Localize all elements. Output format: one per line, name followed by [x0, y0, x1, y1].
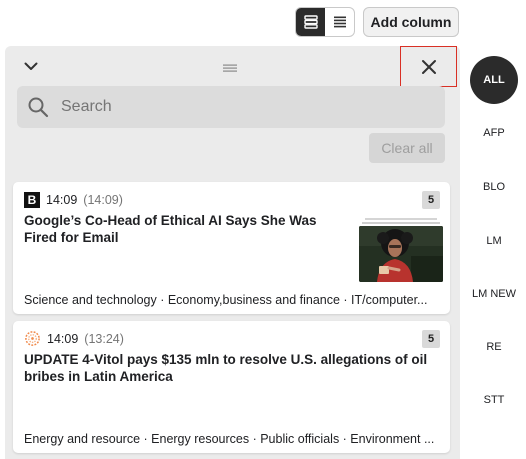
- filter-re[interactable]: RE: [470, 341, 518, 353]
- list-view-icon: [303, 15, 318, 29]
- stack-edge: [365, 218, 437, 220]
- card-header: B 14:09 (14:09): [24, 191, 123, 208]
- publish-time: 14:09: [47, 331, 79, 346]
- close-icon: [421, 59, 436, 74]
- original-time: (14:09): [83, 192, 123, 207]
- compact-view-button[interactable]: [325, 8, 354, 36]
- headline[interactable]: Google’s Co-Head of Ethical AI Says She …: [24, 212, 324, 246]
- drag-handle[interactable]: [223, 60, 239, 72]
- filter-all[interactable]: ALL: [470, 56, 518, 104]
- collapse-column-button[interactable]: [21, 56, 41, 76]
- compact-view-icon: [333, 16, 346, 28]
- drag-handle-icon: [223, 64, 237, 72]
- card-tags: Energy and resource · Energy resources ·…: [24, 432, 435, 446]
- card-tags: Science and technology · Economy,busines…: [24, 293, 428, 307]
- search-icon: [28, 97, 49, 118]
- stack-edge: [362, 222, 440, 224]
- search-input[interactable]: [61, 98, 421, 116]
- thumbnail-image: [359, 226, 443, 282]
- filter-blo[interactable]: BLO: [470, 181, 518, 193]
- news-card[interactable]: 14:09 (13:24) 5 UPDATE 4-Vitol pays $135…: [13, 321, 450, 453]
- story-count-badge: 5: [422, 330, 440, 348]
- filter-lm[interactable]: LM: [470, 235, 518, 247]
- news-card[interactable]: B 14:09 (14:09) 5 Google’s Co-Head of Et…: [13, 182, 450, 314]
- filter-afp[interactable]: AFP: [470, 127, 518, 139]
- source-logo: B: [24, 191, 40, 208]
- close-column-button[interactable]: [400, 46, 457, 87]
- original-time: (13:24): [84, 331, 124, 346]
- publish-time: 14:09: [46, 192, 78, 207]
- card-header: 14:09 (13:24): [24, 330, 124, 347]
- view-toggle: [295, 7, 355, 37]
- search-box: [17, 86, 445, 128]
- chevron-down-icon: [24, 62, 38, 70]
- add-column-button[interactable]: Add column: [363, 7, 459, 37]
- clear-all-button[interactable]: Clear all: [369, 133, 445, 163]
- source-logo-icon: [25, 331, 40, 346]
- headline[interactable]: UPDATE 4-Vitol pays $135 mln to resolve …: [24, 351, 434, 385]
- list-view-button[interactable]: [296, 8, 325, 36]
- filter-stt[interactable]: STT: [470, 394, 518, 406]
- thumbnail-stack: [359, 218, 443, 282]
- news-column: Clear all B 14:09 (14:09) 5 Google’s Co-…: [5, 46, 460, 459]
- story-count-badge: 5: [422, 191, 440, 209]
- filter-lm-new[interactable]: LM NEW: [470, 288, 518, 300]
